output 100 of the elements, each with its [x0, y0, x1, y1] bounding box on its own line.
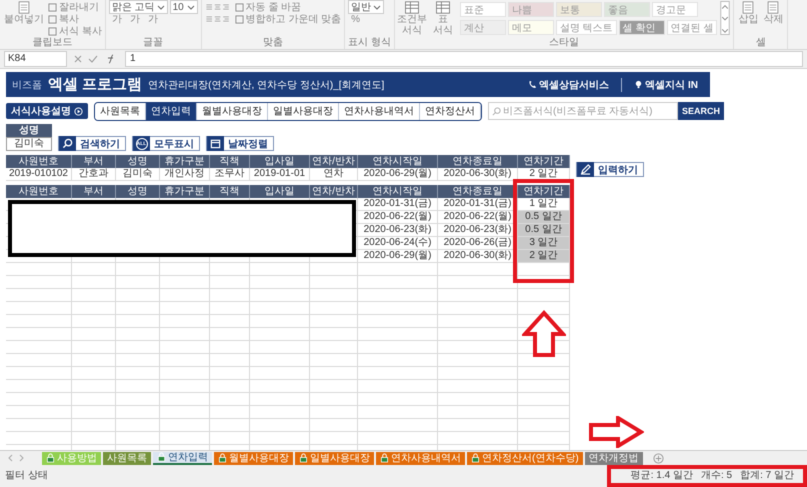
- cell-style[interactable]: 메모: [508, 20, 554, 34]
- cell-style[interactable]: 셀 확인: [618, 20, 665, 34]
- group-label: 맞춤: [262, 37, 284, 48]
- calendar-icon: [210, 138, 221, 149]
- column-header: 직책: [210, 155, 250, 168]
- table-cell: 2020-06-30(화): [438, 168, 518, 181]
- table-cell[interactable]: 0.5 일간: [518, 211, 570, 224]
- gallery-scroll[interactable]: [720, 1, 730, 35]
- table-cell: 조무사: [210, 168, 250, 181]
- column-header: 성명: [116, 185, 160, 198]
- format-button[interactable]: 가: [108, 12, 125, 26]
- nav-tab[interactable]: 사원목록: [95, 102, 146, 120]
- phone-icon: [528, 80, 538, 89]
- cell-style[interactable]: 나쁨: [508, 2, 554, 16]
- dropdown[interactable]: 일반: [348, 0, 384, 14]
- table-cell: 2020-01-31(금): [358, 198, 438, 211]
- table-cell[interactable]: 2 일간: [518, 250, 570, 263]
- sheet-tab[interactable]: 사원목록: [103, 452, 151, 464]
- square-icon: [48, 2, 57, 12]
- dropdown[interactable]: 10: [170, 0, 198, 14]
- cell-style[interactable]: 설명 텍스트: [556, 20, 617, 34]
- group-label: 스타일: [548, 37, 580, 48]
- column-header: 휴가구분: [160, 155, 210, 168]
- search-field[interactable]: 비즈폼서식(비즈폼무료 자동서식): [488, 102, 678, 120]
- table-cell: 2 일간: [518, 168, 570, 181]
- name-box[interactable]: K84: [4, 51, 67, 67]
- logo-text: 비즈폼: [12, 78, 42, 92]
- column-header: 연차/반차: [310, 155, 358, 168]
- help-button[interactable]: 서식사용설명: [6, 103, 88, 119]
- column-header: 부서: [72, 185, 116, 198]
- ribbon-button[interactable]: 조건부 서식: [398, 1, 426, 36]
- ribbon-button[interactable]: 삽입: [737, 1, 760, 25]
- format-button[interactable]: 가: [126, 12, 143, 26]
- ribbon-button[interactable]: 붙여넣기: [3, 1, 45, 25]
- ribbon-command[interactable]: 자동 줄 바꿈: [234, 0, 302, 14]
- ribbon-command[interactable]: 복사: [48, 12, 79, 26]
- sheet-tab[interactable]: 일별사용대장: [295, 452, 374, 464]
- table-cell[interactable]: 3 일간: [518, 237, 570, 250]
- cell-style[interactable]: 보통: [556, 2, 602, 16]
- table-cell: 2020-06-29(월): [358, 250, 438, 263]
- column-header: 연차종료일: [438, 185, 518, 198]
- filter-label: 성명: [6, 124, 52, 137]
- group-label: 셀: [754, 37, 767, 48]
- sheet-tab[interactable]: 월별사용대장: [214, 452, 293, 464]
- table-cell: 2019-01-01: [250, 168, 310, 181]
- column-header: 연차시작일: [358, 155, 438, 168]
- formula-field[interactable]: 1: [125, 51, 803, 67]
- sheet-tab[interactable]: 연차사용내역서: [376, 452, 465, 464]
- cell-style[interactable]: 경고문: [652, 2, 698, 16]
- ribbon-command[interactable]: 서식 복사: [48, 24, 102, 38]
- column-header: 연차/반차: [310, 185, 358, 198]
- column-header: 부서: [72, 155, 116, 168]
- action-button[interactable]: 검색하기: [58, 136, 126, 151]
- column-header: 사원번호: [6, 155, 72, 168]
- search-icon: [492, 106, 501, 116]
- annotation-arrow: [522, 310, 566, 358]
- table-cell: 김미숙: [116, 168, 160, 181]
- column-header: 입사일: [250, 155, 310, 168]
- search-button[interactable]: SEARCH: [678, 102, 724, 120]
- name-field[interactable]: 김미숙: [6, 137, 52, 151]
- square-icon: [48, 26, 57, 36]
- cell-style[interactable]: 좋음: [604, 2, 650, 16]
- cell-style[interactable]: 계산: [460, 20, 506, 34]
- column-header: 직책: [210, 185, 250, 198]
- sheet-tab[interactable]: 연차정산서(연차수당): [467, 452, 583, 464]
- column-header: 성명: [116, 155, 160, 168]
- sheet-tab[interactable]: 연차개정법: [584, 452, 643, 464]
- status-stat: 합계: 7 일간: [740, 470, 794, 482]
- group-label: 글꼴: [142, 37, 164, 48]
- column-header: 연차기간: [518, 155, 570, 168]
- column-header: 입사일: [250, 185, 310, 198]
- action-button[interactable]: 날짜정렬: [206, 136, 274, 151]
- dropdown[interactable]: 맑은 고딕: [108, 0, 168, 14]
- cell-style[interactable]: 표준: [460, 2, 506, 16]
- ribbon-command[interactable]: 병합하고 가운데 맞춤: [234, 12, 342, 26]
- format-button[interactable]: 가: [144, 12, 161, 26]
- status-stat: 평균: 1.4 일간: [630, 470, 693, 482]
- sheet-tab[interactable]: 연차입력: [153, 452, 212, 464]
- sheet-tab[interactable]: 사용방법: [42, 452, 101, 464]
- caret-icon: [186, 4, 195, 10]
- caret-icon: [373, 4, 382, 10]
- input-button[interactable]: 입력하기: [576, 162, 644, 177]
- square-icon: [48, 14, 57, 24]
- banner-link[interactable]: 엑셀상담서비스: [516, 78, 622, 92]
- annotation-arrow: [588, 416, 644, 448]
- banner-link[interactable]: 엑셀지식 IN: [621, 78, 710, 92]
- ribbon-button[interactable]: 표 서식: [428, 1, 457, 36]
- program-subtitle: 연차관리대장(연차계산, 연차수당 정산서)_[회계연도]: [148, 78, 384, 92]
- table-cell[interactable]: 0.5 일간: [518, 224, 570, 237]
- format-button[interactable]: %: [348, 14, 364, 24]
- ribbon-command[interactable]: 잘라내기: [48, 0, 99, 14]
- program-title: 엑셀 프로그램: [48, 75, 142, 94]
- column-header: 연차시작일: [358, 185, 438, 198]
- cell-style[interactable]: 연결된 셀: [666, 20, 718, 34]
- table-cell: 간호과: [72, 168, 116, 181]
- table-cell: 연차: [310, 168, 358, 181]
- ribbon-button[interactable]: 삭제: [762, 1, 784, 25]
- nav-tab[interactable]: 연차입력: [146, 102, 197, 120]
- table-cell: 개인사정: [160, 168, 210, 181]
- add-sheet-icon[interactable]: [652, 452, 664, 464]
